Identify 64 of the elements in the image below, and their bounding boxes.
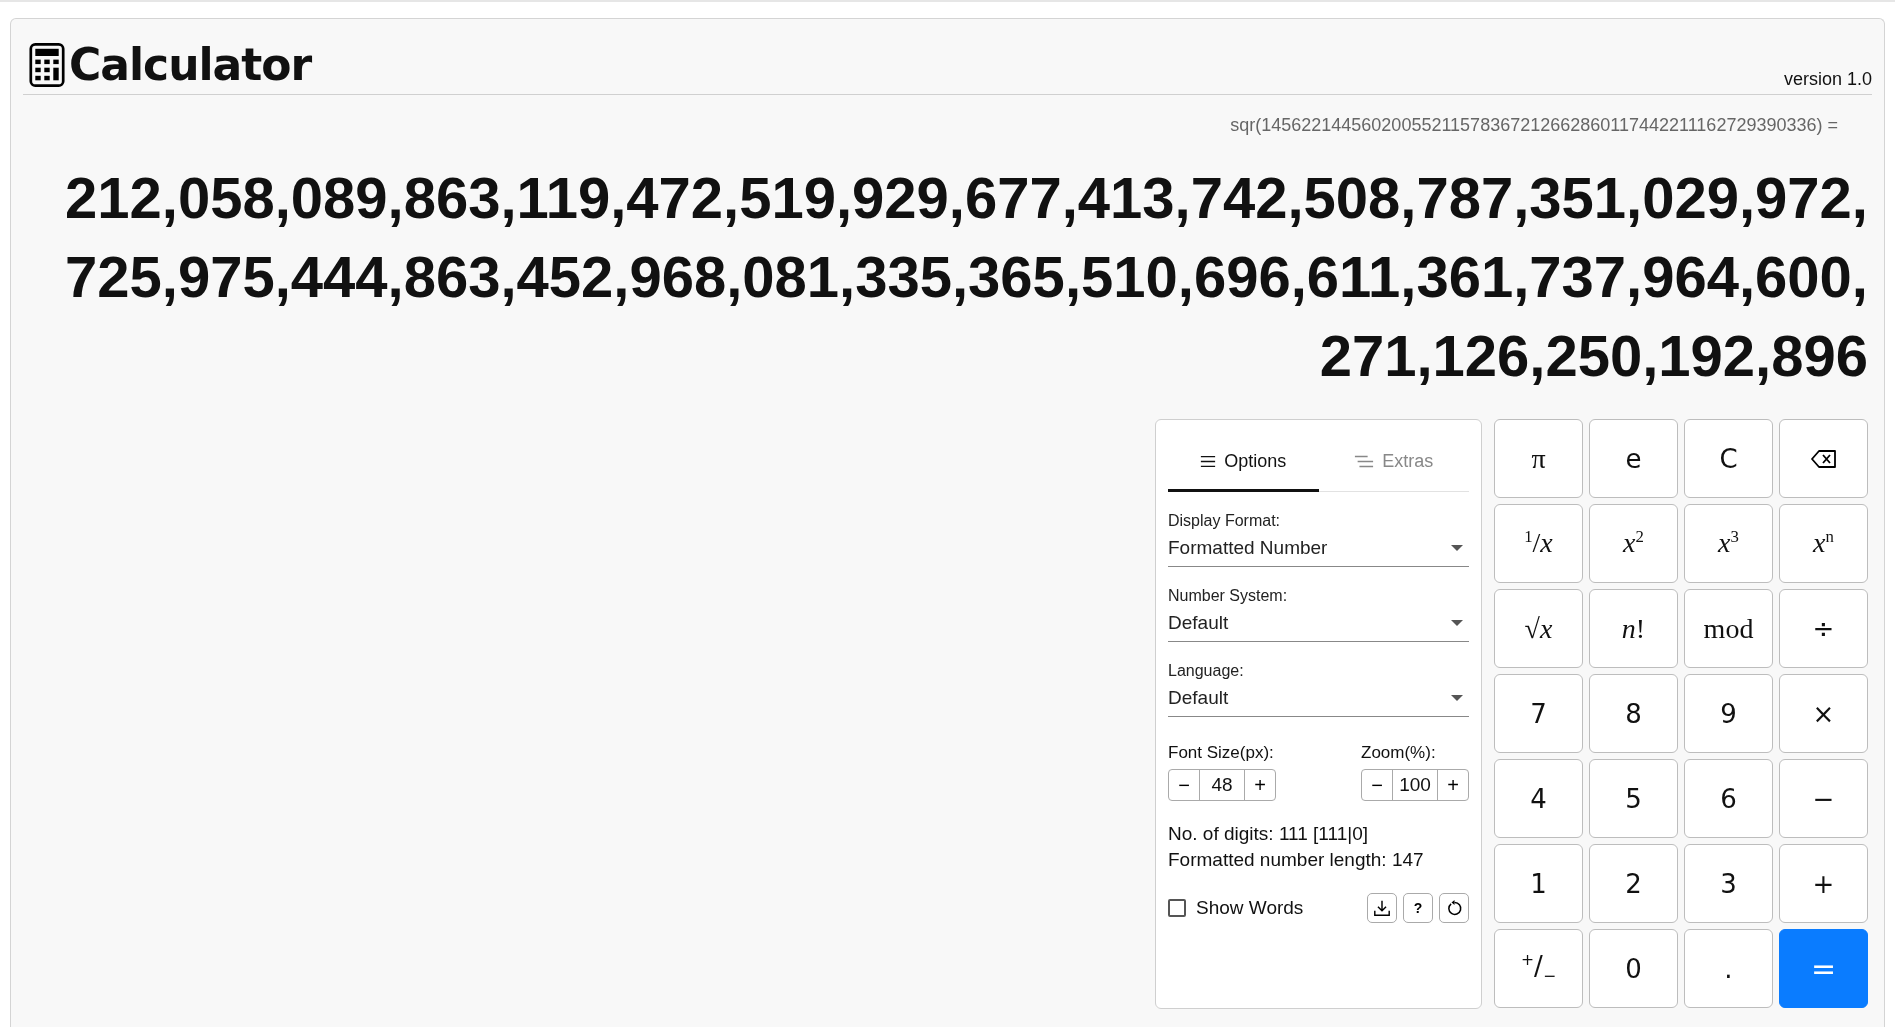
calculator-key[interactable]: e [1589,419,1678,498]
calculator-key[interactable]: 9 [1684,674,1773,753]
expression-text: sqr(14562214456020055211578367212662860117442211162729390336) = [1230,115,1838,135]
info-text: Formatted number length: 147 [1168,848,1425,872]
stepper-value[interactable]: 100 [1392,770,1438,800]
field-label: Font Size(px): [1168,743,1275,763]
panel-tab[interactable]: Extras [1318,434,1469,492]
calculator-key[interactable]: x$^{n}$ [1779,504,1868,583]
checkbox[interactable] [1168,899,1186,917]
dropdown-arrow-icon [1451,545,1463,551]
calculator-key[interactable]: 6 [1684,759,1773,838]
increment-button[interactable]: + [1245,770,1275,800]
calculator-key[interactable]: 8 [1589,674,1678,753]
calculator-key[interactable]: mod [1684,589,1773,668]
calculator-key[interactable]: 7 [1494,674,1583,753]
checkbox-label[interactable]: Show Words [1196,897,1304,919]
calculator-key[interactable]: C [1684,419,1773,498]
calculator-key[interactable]: $^{1}$/x [1494,504,1583,583]
field-label: Zoom(%): [1361,743,1437,763]
increment-button[interactable]: + [1438,770,1468,800]
dropdown-arrow-icon [1451,695,1463,701]
calculator-key[interactable]: 1 [1494,844,1583,923]
menu-icon [1200,455,1217,468]
backspace-icon [1810,448,1837,469]
result-display: 212,058,089,863,119,472,519,929,677,413,742,508,787,351,029,972,725,975,444,863,452,968,081,335,365,510,696,611,361,737,964,600,271,126,250,192,896 [64,164,1869,390]
info-text: No. of digits: 111 [111|0] [1168,822,1369,846]
dropdown-field[interactable]: Default [1168,680,1469,717]
backspace-key[interactable] [1779,419,1868,498]
app-title: Calculator [69,39,312,90]
dropdown-field[interactable]: Formatted Number [1168,530,1469,567]
calculator-key[interactable]: 3 [1684,844,1773,923]
download-button[interactable] [1367,893,1397,923]
calculator-key[interactable]: . [1684,929,1773,1008]
download-icon [1373,899,1391,917]
decrement-button[interactable]: − [1169,770,1199,800]
field-label: Display Format: [1168,512,1282,530]
calculator-key[interactable]: × [1779,674,1868,753]
calculator-key[interactable]: 0 [1589,929,1678,1008]
calculator-key[interactable]: − [1779,759,1868,838]
version-label: version 1.0 [1783,69,1872,90]
calculator-key[interactable]: 5 [1589,759,1678,838]
calculator-key[interactable]: ÷ [1779,589,1868,668]
calculator-key[interactable]: + [1779,844,1868,923]
lines-icon [1354,455,1375,468]
equals-key[interactable]: = [1779,929,1868,1008]
calculator-key[interactable]: $^{+}$/$_{−}$ [1494,929,1583,1008]
calculator-key[interactable]: √x [1494,589,1583,668]
calculator-key[interactable]: x$^{3}$ [1684,504,1773,583]
field-label: Number System: [1168,587,1289,605]
dropdown-arrow-icon [1451,620,1463,626]
calculator-key[interactable]: π [1494,419,1583,498]
panel-tab[interactable]: Options [1168,434,1319,492]
reset-icon [1445,899,1463,917]
calculator-key[interactable]: x$^{2}$ [1589,504,1678,583]
calculator-key[interactable]: 4 [1494,759,1583,838]
stepper-value[interactable]: 48 [1199,770,1245,800]
calculator-icon [29,41,65,88]
dropdown-field[interactable]: Default [1168,605,1469,642]
calculator-key[interactable]: n! [1589,589,1678,668]
field-label: Language: [1168,662,1245,680]
decrement-button[interactable]: − [1362,770,1392,800]
help-button[interactable]: ? [1403,893,1433,923]
calculator-key[interactable]: 2 [1589,844,1678,923]
reset-button[interactable] [1439,893,1469,923]
